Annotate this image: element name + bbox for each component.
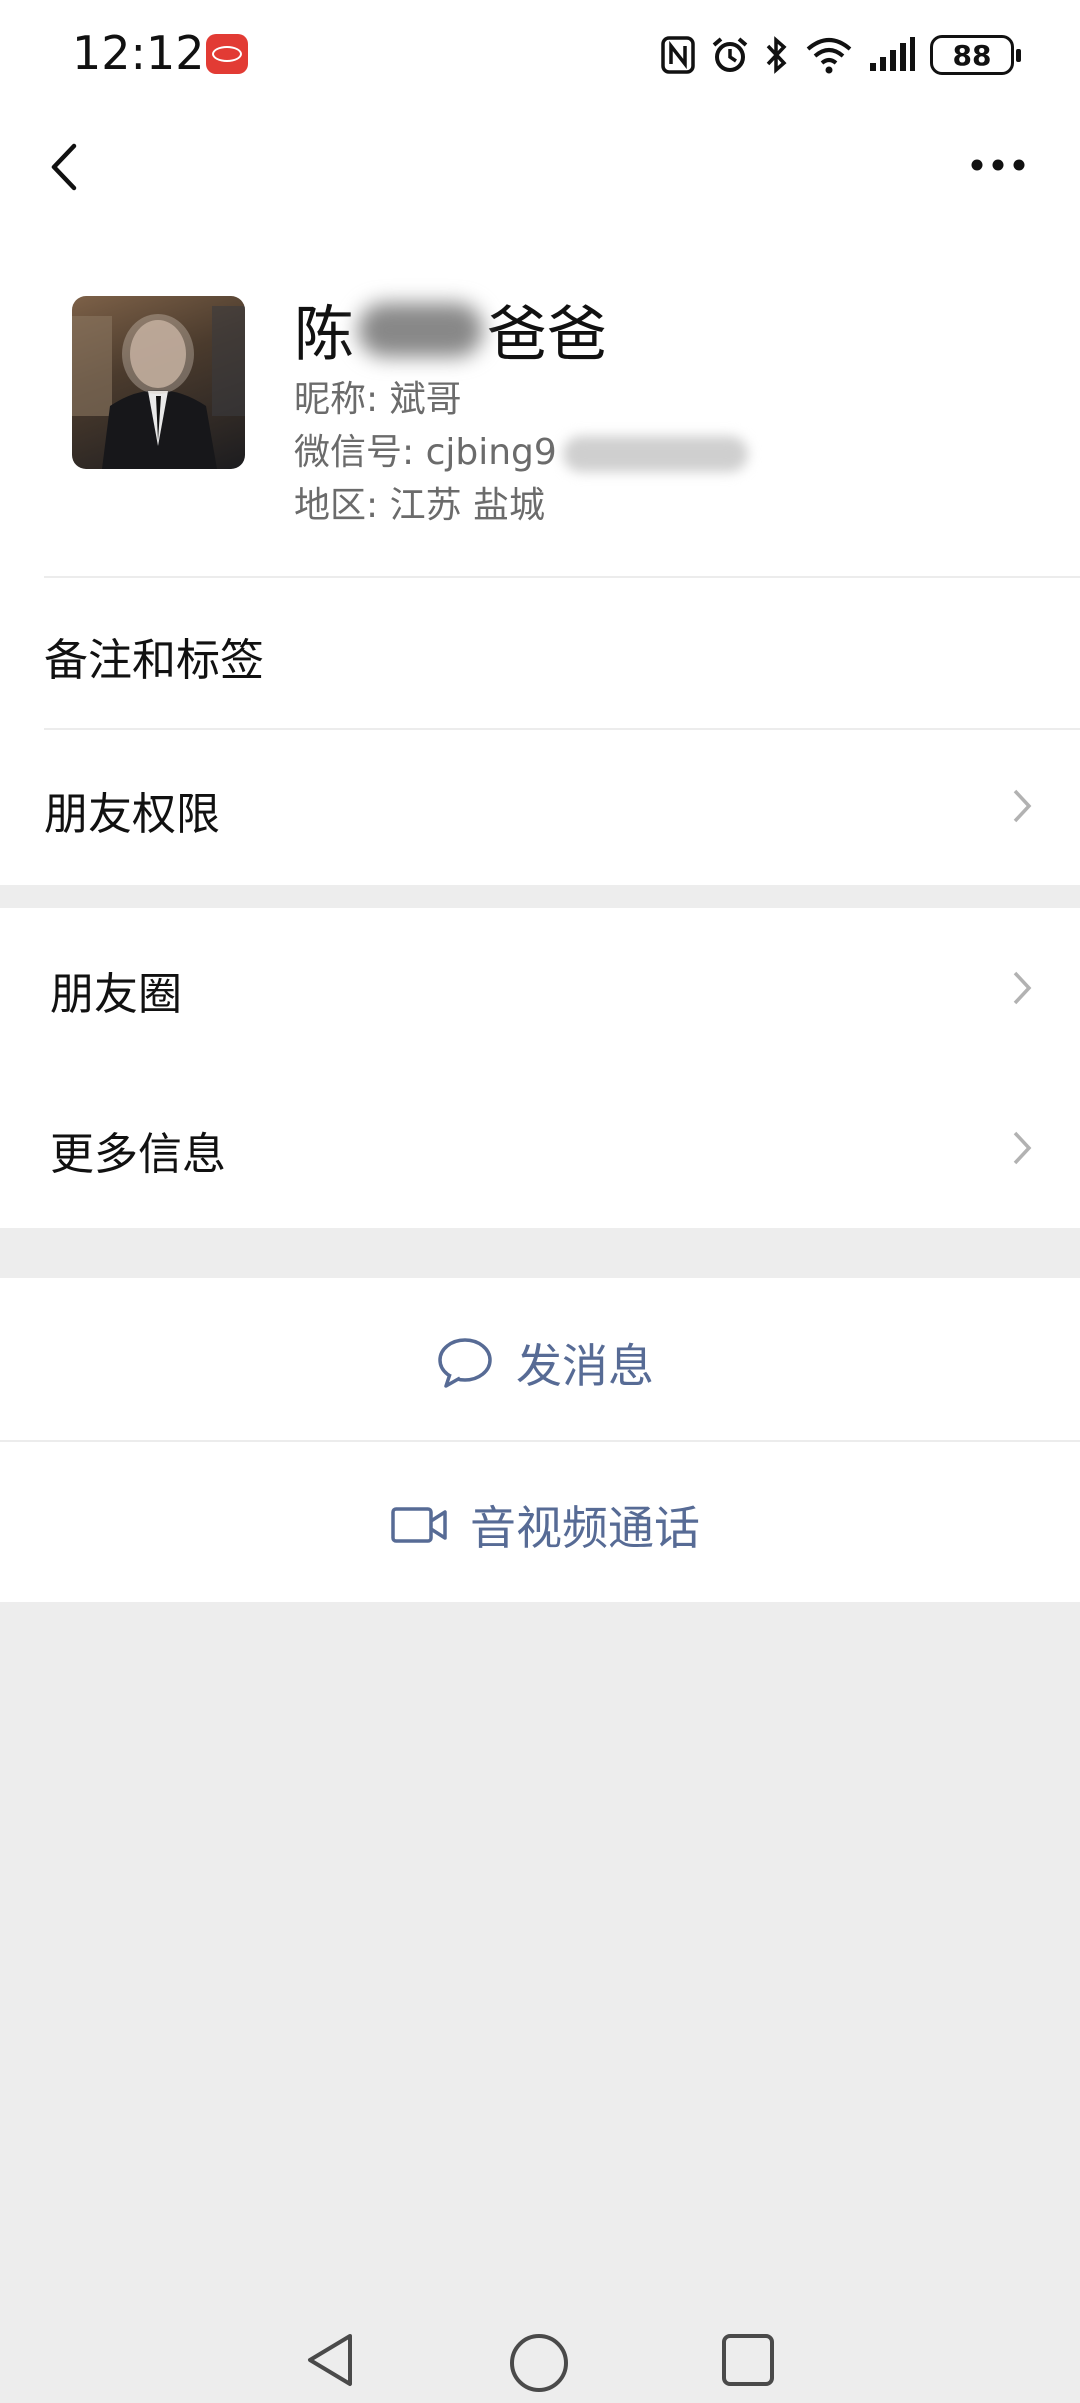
contact-name: 陈 爸爸 [294,286,607,373]
wechat-id-text: 微信号: cjbing9 [294,432,557,473]
signal-icon [870,37,915,71]
more-dots-icon[interactable] [962,135,1032,195]
byd-app-icon [206,34,248,74]
name-start: 陈 [294,300,354,370]
status-time: 12:12 [72,26,205,80]
avatar[interactable] [72,296,245,469]
av-call-content: 音视频通话 [390,1492,700,1558]
chevron-right-icon [1013,789,1032,823]
battery-level: 88 [952,38,992,72]
nickname: 昵称: 斌哥 [294,379,462,420]
wechat-id-redaction [562,436,748,472]
chevron-right-icon[interactable] [1012,970,1032,1006]
moments-label[interactable]: 朋友圈 [50,958,182,1022]
permissions-row[interactable]: 朋友权限 [0,730,1080,882]
nav-home-icon[interactable] [508,2332,570,2394]
send-message-label: 发消息 [516,1339,654,1393]
nfc-icon [661,36,695,74]
chevron-right-icon[interactable] [1012,1130,1032,1166]
more-info-label[interactable]: 更多信息 [50,1118,226,1182]
name-redaction [358,302,483,357]
chat-bubble-icon [438,1338,492,1388]
remarks-tags-row[interactable]: 备注和标签 [0,578,1080,728]
wifi-icon [806,38,852,74]
region: 地区: 江苏 盐城 [294,485,546,526]
battery-icon: 88 [930,35,1021,75]
wechat-id: 微信号: cjbing9 [294,423,748,475]
avatar-image [72,306,245,469]
nav-bar [0,110,1080,230]
av-call-label: 音视频通话 [470,1501,700,1555]
system-nav-bar [0,2300,1080,2400]
send-message-content: 发消息 [436,1330,654,1396]
status-icons: 88 [660,30,1021,80]
name-end: 爸爸 [487,300,607,370]
video-camera-icon [391,1507,447,1543]
send-message-button[interactable]: 发消息 [0,1278,1080,1440]
alarm-icon [712,37,748,72]
remarks-tags-label: 备注和标签 [44,635,264,686]
av-call-button[interactable]: 音视频通话 [0,1442,1080,1602]
nav-recents-icon[interactable] [720,2332,776,2388]
social-section: 朋友圈 更多信息 [0,908,1080,1228]
bluetooth-icon [766,36,787,74]
permissions-label: 朋友权限 [44,789,220,840]
nav-back-icon[interactable] [302,2330,358,2390]
status-bar: 12:12 88 [0,0,1080,110]
chevron-left-icon[interactable] [40,132,90,202]
